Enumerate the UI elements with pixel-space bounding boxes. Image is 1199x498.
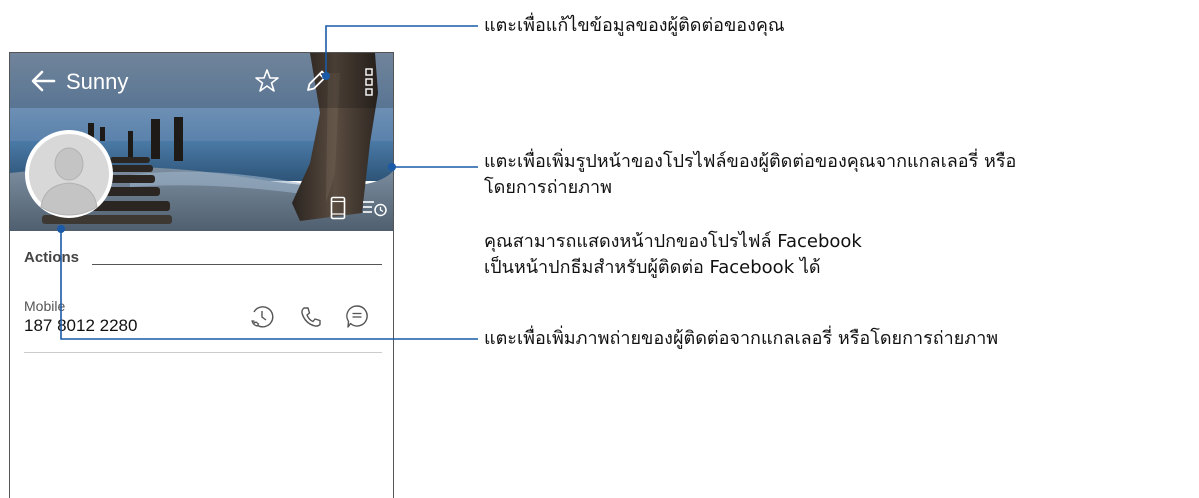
callout-profile-photo-line1: แตะเพื่อเพิ่มรูปหน้าของโปรไฟล์ของผู้ติดต… bbox=[484, 151, 1017, 172]
callout-edit-contact: แตะเพื่อแก้ไขข้อมูลของผู้ติดต่อของคุณ bbox=[484, 15, 785, 36]
callout-facebook-line1: คุณสามารถแสดงหน้าปกของโปรไฟล์ Facebook bbox=[484, 231, 862, 252]
screenshot-stage: Sunny Actions Mobile 187 8012 2280 แตะเพ… bbox=[0, 0, 1199, 498]
callout-facebook-line2: เป็นหน้าปกธีมสำหรับผู้ติดต่อ Facebook ได… bbox=[484, 257, 821, 278]
callout-avatar: แตะเพื่อเพิ่มภาพถ่ายของผู้ติดต่อจากแกลเล… bbox=[484, 328, 999, 349]
callout-profile-photo-line2: โดยการถ่ายภาพ bbox=[484, 177, 612, 198]
